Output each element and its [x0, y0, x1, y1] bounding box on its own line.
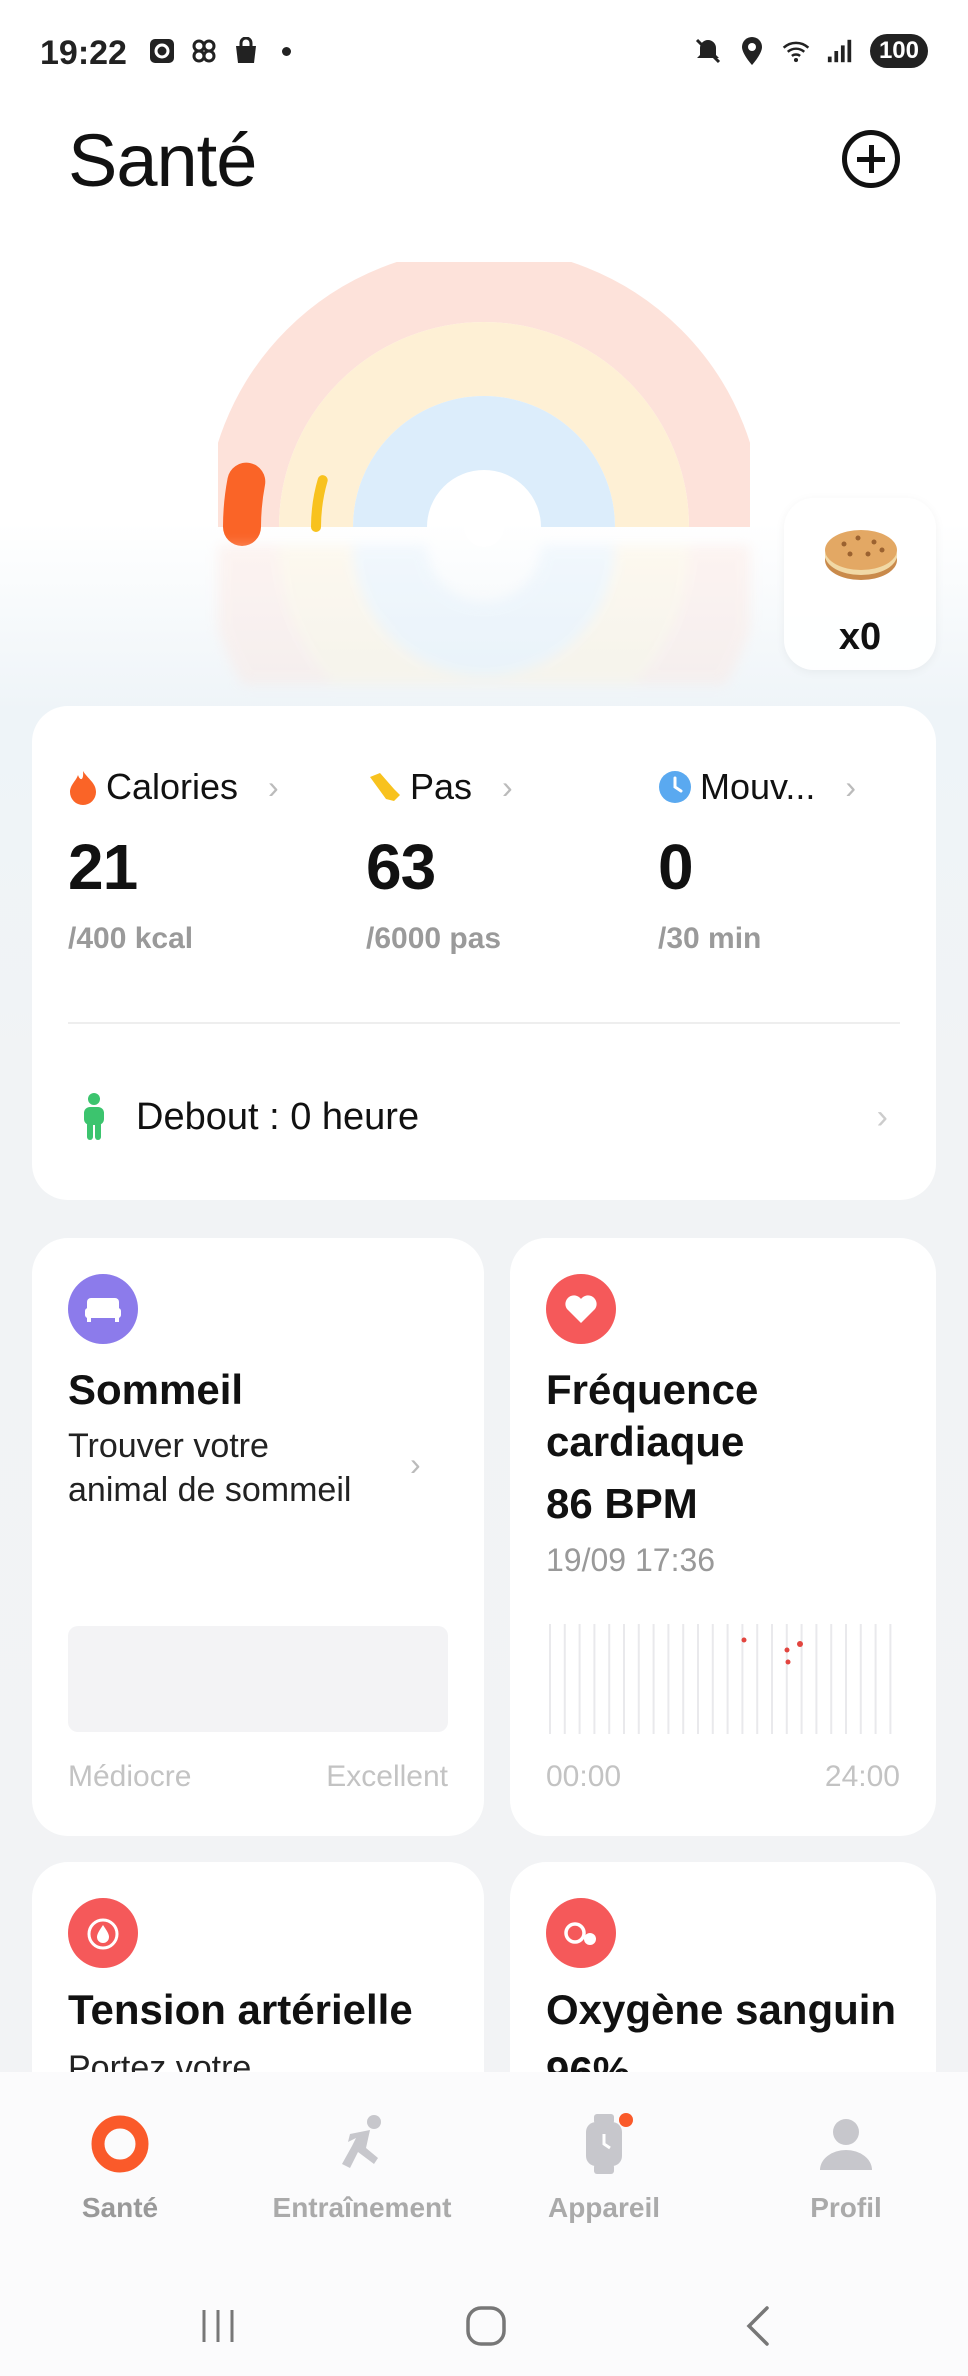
heart-icon [546, 1274, 616, 1344]
movement-goal: /30 min [658, 922, 762, 955]
battery-indicator: 100 [869, 34, 928, 68]
heart-rate-point [797, 1641, 803, 1647]
heart-rate-point [741, 1637, 747, 1643]
reward-badge[interactable]: x0 [784, 498, 936, 670]
chevron-right-icon: › [410, 1446, 421, 1482]
nav-item-entrainement[interactable]: Entraînement [242, 2112, 482, 2224]
mute-icon [694, 36, 722, 66]
status-bar: 19:22 100 [0, 0, 968, 110]
running-icon [330, 2112, 394, 2176]
home-button[interactable] [446, 2296, 526, 2356]
sleep-axis-right: Excellent [326, 1760, 448, 1793]
calories-value: 21 [68, 831, 138, 903]
dot-icon [282, 46, 291, 56]
flame-icon [70, 771, 96, 805]
blood-drop-icon [68, 1898, 138, 1968]
nav-label-sante: Santé [81, 2192, 159, 2223]
heart-rate-point [785, 1659, 791, 1665]
add-button[interactable] [842, 130, 900, 188]
calories-metric[interactable]: Calories › 21 /400 kcal [68, 766, 328, 956]
nav-label-profil: Profil [810, 2192, 882, 2223]
sleep-axis-left: Médiocre [68, 1760, 192, 1793]
steps-goal: /6000 pas [366, 922, 502, 955]
profile-icon [814, 2112, 878, 2176]
system-nav-bar [0, 2272, 968, 2376]
sleep-card[interactable]: Sommeil Trouver votre animal de sommeil … [32, 1238, 484, 1836]
heart-rate-chart [549, 1624, 892, 1734]
activity-rings[interactable] [218, 262, 750, 582]
bottom-nav: Santé Entraînement Appareil Profil [0, 2072, 968, 2272]
heart-rate-axis-left: 00:00 [546, 1760, 622, 1793]
heart-rate-point [784, 1647, 790, 1653]
status-icons-right: 100 [694, 34, 928, 68]
heart-rate-title-line2: cardiaque [546, 1418, 745, 1465]
health-ring-icon [88, 2112, 152, 2176]
steps-metric[interactable]: Pas › 63 /6000 pas [366, 766, 626, 956]
movement-value: 0 [658, 831, 694, 903]
chevron-right-icon: › [876, 1097, 888, 1136]
steps-value: 63 [366, 831, 436, 903]
calories-goal: /400 kcal [68, 922, 194, 955]
nav-item-appareil[interactable]: Appareil [484, 2112, 724, 2224]
movement-metric[interactable]: Mouv... › 0 /30 min [658, 766, 918, 956]
chevron-right-icon: › [268, 768, 279, 805]
standing-label: Debout : 0 heure [136, 1095, 420, 1138]
nav-item-profil[interactable]: Profil [726, 2112, 966, 2224]
standing-row[interactable]: Debout : 0 heure › [80, 1082, 888, 1152]
heart-rate-card[interactable]: Fréquence cardiaque 86 BPM 19/09 17:36 0… [510, 1238, 936, 1836]
calories-ring-progress [223, 462, 266, 546]
cookie-icon [825, 530, 897, 580]
blood-pressure-title: Tension artérielle [68, 1986, 413, 2033]
nav-label-appareil: Appareil [547, 2192, 661, 2223]
shoe-icon [370, 773, 400, 801]
signal-icon [826, 36, 854, 66]
activity-summary-card: Calories › 21 /400 kcal Pas › 63 /6000 p… [32, 706, 936, 1200]
heart-rate-timestamp: 19/09 17:36 [546, 1542, 716, 1578]
sleep-subtitle-line1: Trouver votre [68, 1427, 269, 1465]
recent-apps-button[interactable] [178, 2296, 258, 2356]
sleep-subtitle-line2: animal de sommeil [68, 1471, 352, 1509]
sleep-score-bar [68, 1626, 448, 1732]
standing-person-icon [84, 1093, 104, 1140]
heart-rate-title-line1: Fréquence [546, 1366, 759, 1413]
chevron-right-icon: › [502, 768, 513, 805]
rings-reflection [218, 545, 750, 685]
nav-item-sante[interactable]: Santé [0, 2112, 240, 2224]
status-icons-left [148, 36, 291, 66]
clock-icon [659, 771, 691, 803]
wifi-icon [782, 36, 810, 66]
calories-label: Calories [106, 766, 239, 807]
movement-label: Mouv... [700, 766, 816, 807]
divider [68, 1022, 900, 1024]
reward-count: x0 [838, 616, 882, 658]
oxygen-icon [546, 1898, 616, 1968]
page-title: Santé [68, 119, 257, 202]
alarm-icon [148, 36, 176, 66]
blood-oxygen-title: Oxygène sanguin [546, 1986, 897, 2033]
watch-icon [572, 2112, 636, 2176]
nav-label-entrainement: Entraînement [272, 2192, 452, 2223]
shopping-bag-icon [232, 36, 260, 66]
bed-icon [68, 1274, 138, 1344]
fan-icon [190, 36, 218, 66]
back-button[interactable] [718, 2296, 798, 2356]
status-time: 19:22 [40, 34, 127, 72]
sleep-title: Sommeil [68, 1366, 244, 1413]
heart-rate-value: 86 BPM [546, 1480, 698, 1527]
steps-label: Pas [410, 766, 473, 807]
chevron-right-icon: › [845, 768, 857, 805]
heart-rate-axis-right: 24:00 [824, 1760, 900, 1793]
location-icon [738, 36, 766, 66]
